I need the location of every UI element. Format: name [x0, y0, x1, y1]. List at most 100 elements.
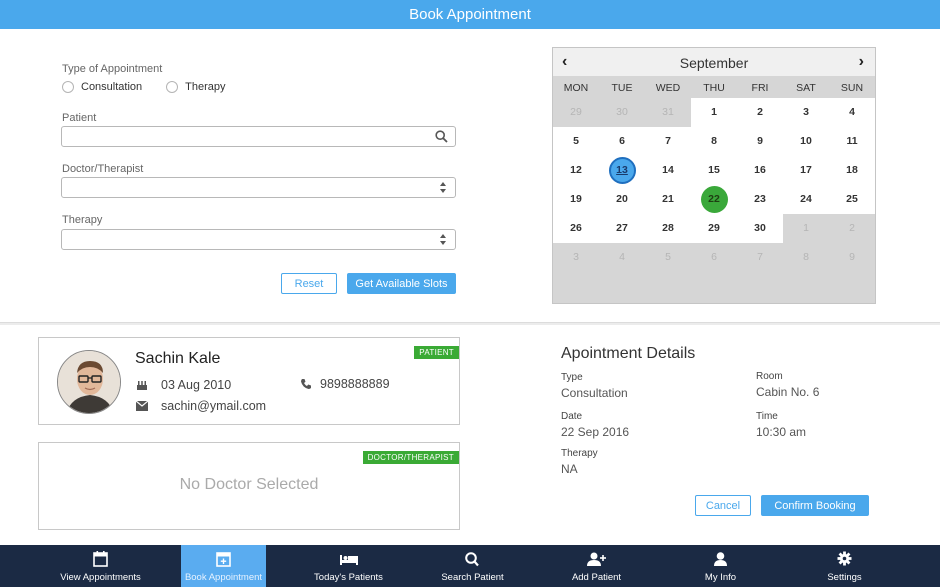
- calendar-icon: [93, 551, 108, 567]
- type-radio-group: Consultation Therapy: [62, 81, 250, 93]
- therapy-radio[interactable]: [166, 81, 179, 93]
- therapy-radio-label[interactable]: Therapy: [185, 81, 225, 93]
- chevron-right-icon[interactable]: ›: [859, 53, 864, 71]
- calendar-day-number: 1: [803, 222, 809, 234]
- consultation-radio[interactable]: [62, 81, 74, 93]
- calendar-day[interactable]: 21: [645, 185, 691, 214]
- calendar-day-outside-month: 3: [553, 243, 599, 272]
- calendar-day[interactable]: 15: [691, 156, 737, 185]
- calendar-day[interactable]: 26: [553, 214, 599, 243]
- tab-todays-patients[interactable]: Today's Patients: [306, 545, 391, 587]
- calendar-day-number: 4: [619, 251, 625, 263]
- calendar-day[interactable]: 10: [783, 127, 829, 156]
- calendar-day-number: 15: [708, 164, 720, 176]
- detail-date-value: 22 Sep 2016: [561, 425, 630, 439]
- detail-room-label: Room: [756, 371, 783, 382]
- tab-view-appointments[interactable]: View Appointments: [58, 545, 143, 587]
- calendar-day[interactable]: 12: [553, 156, 599, 185]
- calendar-month: September: [679, 55, 749, 71]
- calendar-day-number: 23: [754, 193, 766, 205]
- calendar-day[interactable]: 8: [691, 127, 737, 156]
- calendar-day[interactable]: 16: [737, 156, 783, 185]
- detail-time-label: Time: [756, 411, 778, 422]
- patient-email: sachin@ymail.com: [161, 399, 267, 413]
- calendar-day[interactable]: 29: [691, 214, 737, 243]
- patient-search-input[interactable]: [61, 126, 456, 147]
- weekday-header: MON TUE WED THU FRI SAT SUN: [553, 76, 875, 98]
- calendar-day[interactable]: 18: [829, 156, 875, 185]
- search-icon[interactable]: [435, 130, 448, 143]
- detail-type-label: Type: [561, 372, 583, 383]
- appointment-details-title: Apointment Details: [561, 345, 696, 362]
- calendar-day-number: 21: [662, 193, 674, 205]
- search-icon: [465, 552, 479, 567]
- patient-card: PATIENT Sachin Kale 03 Aug 2010 98988888…: [38, 337, 460, 425]
- patient-phone: 9898888889: [320, 377, 390, 391]
- calendar-day-number: 11: [846, 135, 858, 147]
- tab-label: View Appointments: [60, 572, 141, 583]
- cancel-button[interactable]: Cancel: [695, 495, 751, 516]
- weekday-label: SAT: [796, 82, 816, 94]
- patient-label: Patient: [62, 112, 97, 124]
- calendar-day[interactable]: 3: [783, 98, 829, 127]
- doctor-card: DOCTOR/THERAPIST No Doctor Selected: [38, 442, 460, 530]
- calendar-day[interactable]: 14: [645, 156, 691, 185]
- confirm-booking-button[interactable]: Confirm Booking: [761, 495, 869, 516]
- reset-button[interactable]: Reset: [281, 273, 337, 294]
- calendar-day-outside-month: 29: [553, 98, 599, 127]
- booking-form-panel: Type of Appointment Consultation Therapy…: [0, 29, 940, 323]
- calendar-day[interactable]: 27: [599, 214, 645, 243]
- detail-type-value: Consultation: [561, 386, 628, 400]
- get-available-slots-button[interactable]: Get Available Slots: [347, 273, 456, 294]
- calendar-day[interactable]: 11: [829, 127, 875, 156]
- calendar-day[interactable]: 7: [645, 127, 691, 156]
- birthday-cake-icon: [137, 381, 147, 390]
- calendar-day[interactable]: 24: [783, 185, 829, 214]
- patient-tag: PATIENT: [414, 346, 459, 359]
- calendar-day-number: 7: [665, 135, 671, 147]
- calendar-day-number: 19: [570, 193, 582, 205]
- calendar-day[interactable]: 30: [737, 214, 783, 243]
- calendar-day[interactable]: 25: [829, 185, 875, 214]
- tab-label: My Info: [704, 572, 737, 583]
- tab-settings[interactable]: Settings: [802, 545, 887, 587]
- calendar-day-number: 6: [711, 251, 717, 263]
- calendar-day[interactable]: 28: [645, 214, 691, 243]
- calendar-day-number: 25: [846, 193, 858, 205]
- calendar-day[interactable]: 20: [599, 185, 645, 214]
- detail-therapy-value: NA: [561, 462, 578, 476]
- calendar-day-today[interactable]: 13: [599, 156, 645, 185]
- calendar-day-selected[interactable]: 22: [691, 185, 737, 214]
- doctor-select[interactable]: [61, 177, 456, 198]
- calendar-day-number: 9: [849, 251, 855, 263]
- calendar-day[interactable]: 17: [783, 156, 829, 185]
- calendar-day-number: 22: [700, 186, 728, 213]
- patient-dob: 03 Aug 2010: [161, 378, 232, 392]
- tab-my-info[interactable]: My Info: [678, 545, 763, 587]
- calendar-day[interactable]: 1: [691, 98, 737, 127]
- calendar-day[interactable]: 4: [829, 98, 875, 127]
- calendar-day[interactable]: 9: [737, 127, 783, 156]
- detail-time-value: 10:30 am: [756, 425, 807, 439]
- calendar-day[interactable]: 5: [553, 127, 599, 156]
- calendar-day-outside-month: 8: [783, 243, 829, 272]
- patient-name: Sachin Kale: [135, 350, 221, 367]
- calendar-day[interactable]: 23: [737, 185, 783, 214]
- calendar-day-outside-month: 31: [645, 98, 691, 127]
- tab-add-patient[interactable]: Add Patient: [554, 545, 639, 587]
- tab-label: Add Patient: [571, 572, 622, 583]
- calendar-day-number: 2: [849, 222, 855, 234]
- calendar-day-number: 18: [846, 164, 858, 176]
- summary-panel: PATIENT Sachin Kale 03 Aug 2010 98988888…: [0, 325, 940, 545]
- calendar-day-outside-month: 5: [645, 243, 691, 272]
- calendar-day[interactable]: 2: [737, 98, 783, 127]
- doctor-label: Doctor/Therapist: [62, 163, 144, 175]
- tab-search-patient[interactable]: Search Patient: [430, 545, 515, 587]
- tab-book-appointment[interactable]: Book Appointment: [181, 545, 266, 587]
- patient-avatar: [57, 350, 121, 414]
- calendar-day-number: 10: [800, 135, 812, 147]
- calendar-day[interactable]: 19: [553, 185, 599, 214]
- therapy-select[interactable]: [61, 229, 456, 250]
- calendar-day[interactable]: 6: [599, 127, 645, 156]
- consultation-radio-label[interactable]: Consultation: [81, 81, 142, 93]
